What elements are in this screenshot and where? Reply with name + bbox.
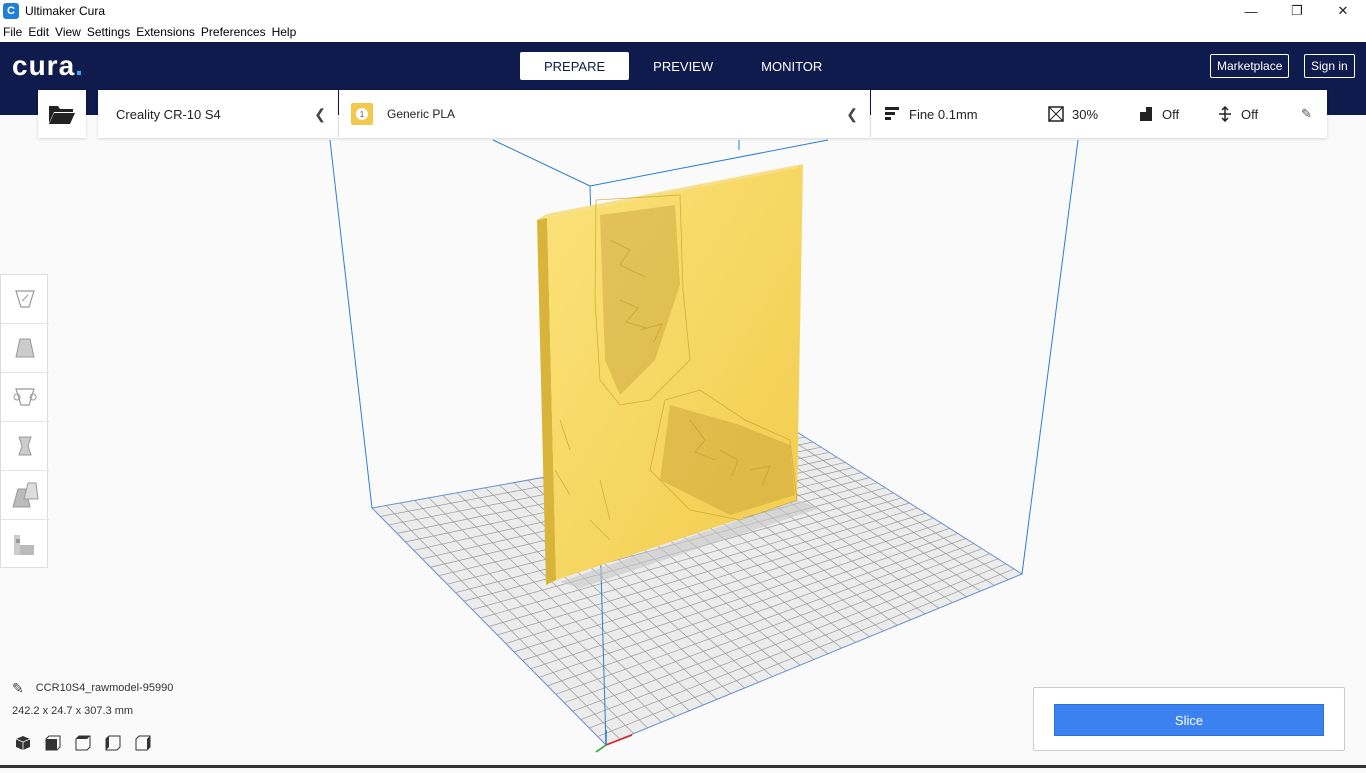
- scale-tool[interactable]: [1, 324, 49, 373]
- edit-settings-button[interactable]: ✎: [1301, 90, 1312, 138]
- adhesion-value: Off: [1241, 106, 1259, 122]
- menu-bar: File Edit View Settings Extensions Prefe…: [0, 22, 1366, 42]
- support-setting[interactable]: Off: [1138, 90, 1179, 138]
- sign-in-button[interactable]: Sign in: [1304, 54, 1355, 78]
- mirror-icon: [18, 436, 32, 456]
- support-blocker-tool[interactable]: [1, 520, 49, 569]
- print-settings-panel[interactable]: Fine 0.1mm 30% Off Off ✎: [871, 90, 1327, 138]
- infill-icon: [1048, 106, 1064, 122]
- stage-tabs: PREPARE PREVIEW MONITOR: [520, 52, 846, 80]
- machine-name: Creality CR-10 S4: [116, 106, 221, 122]
- cura-app-icon: C: [3, 3, 19, 19]
- material-selector[interactable]: 1 Generic PLA ❮: [339, 90, 870, 138]
- menu-view[interactable]: View: [52, 25, 84, 39]
- menu-file[interactable]: File: [0, 25, 25, 39]
- menu-preferences[interactable]: Preferences: [198, 25, 269, 39]
- cura-logo: cura.: [12, 50, 84, 81]
- rotate-tool[interactable]: [1, 373, 49, 422]
- adhesion-icon: [1219, 106, 1231, 122]
- view-right-button[interactable]: [134, 734, 152, 752]
- machine-selector[interactable]: Creality CR-10 S4 ❮: [98, 90, 338, 138]
- infill-value: 30%: [1072, 106, 1099, 122]
- material-name: Generic PLA: [387, 107, 456, 121]
- mirror-tool[interactable]: [1, 422, 49, 471]
- restore-button[interactable]: ❐: [1274, 0, 1320, 22]
- build-volume-scene: [329, 139, 1079, 753]
- object-info: ✎ CCR10S4_rawmodel-95990: [12, 680, 173, 696]
- per-model-settings-icon: [12, 482, 39, 508]
- support-icon: [1140, 107, 1152, 121]
- tab-preview[interactable]: PREVIEW: [629, 52, 737, 80]
- tab-prepare[interactable]: PREPARE: [520, 52, 630, 80]
- window-titlebar: C Ultimaker Cura — ❐ ✕: [0, 0, 1366, 22]
- window-controls: — ❐ ✕: [1228, 0, 1366, 22]
- cube-left-icon: [105, 735, 121, 751]
- support-blocker-icon: [14, 534, 34, 555]
- open-file-button[interactable]: [38, 90, 86, 138]
- infill-setting[interactable]: 30%: [1048, 90, 1098, 138]
- quality-value: Fine 0.1mm: [909, 106, 978, 122]
- camera-view-buttons: [14, 734, 152, 752]
- support-value: Off: [1162, 106, 1180, 122]
- transform-toolbar: [0, 274, 49, 569]
- menu-edit[interactable]: Edit: [25, 25, 52, 39]
- move-tool[interactable]: [1, 275, 49, 324]
- menu-help[interactable]: Help: [269, 25, 300, 39]
- pencil-icon[interactable]: ✎: [12, 680, 24, 697]
- menu-settings[interactable]: Settings: [84, 25, 133, 39]
- window-title: Ultimaker Cura: [25, 4, 106, 18]
- quality-icon: [885, 107, 899, 120]
- per-model-settings-tool[interactable]: [1, 471, 49, 520]
- scale-icon: [15, 338, 35, 358]
- chevron-left-icon: ❮: [846, 106, 858, 122]
- cube-front-icon: [45, 735, 61, 751]
- object-name: CCR10S4_rawmodel-95990: [35, 682, 174, 694]
- cube-right-icon: [135, 735, 151, 751]
- view-3d-button[interactable]: [14, 734, 32, 752]
- slice-panel: Slice: [1033, 687, 1345, 751]
- chevron-left-icon: ❮: [314, 106, 326, 122]
- view-top-button[interactable]: [74, 734, 92, 752]
- menu-extensions[interactable]: Extensions: [133, 25, 198, 39]
- 3d-viewport[interactable]: [0, 138, 1366, 768]
- slice-button[interactable]: Slice: [1054, 704, 1324, 736]
- cube-top-icon: [75, 735, 91, 751]
- extruder-badge: 1: [351, 103, 373, 125]
- minimize-button[interactable]: —: [1228, 0, 1274, 22]
- object-dimensions: 242.2 x 24.7 x 307.3 mm: [12, 705, 134, 717]
- move-icon: [15, 290, 35, 308]
- tab-monitor[interactable]: MONITOR: [737, 52, 846, 80]
- pencil-icon: ✎: [1301, 106, 1312, 121]
- adhesion-setting[interactable]: Off: [1217, 90, 1258, 138]
- quality-setting[interactable]: Fine 0.1mm: [885, 90, 978, 138]
- cube-3d-icon: [15, 736, 31, 750]
- marketplace-button[interactable]: Marketplace: [1210, 54, 1290, 78]
- rotate-icon: [13, 388, 37, 406]
- view-left-button[interactable]: [104, 734, 122, 752]
- view-front-button[interactable]: [44, 734, 62, 752]
- folder-open-icon: [49, 106, 75, 124]
- close-button[interactable]: ✕: [1320, 0, 1366, 22]
